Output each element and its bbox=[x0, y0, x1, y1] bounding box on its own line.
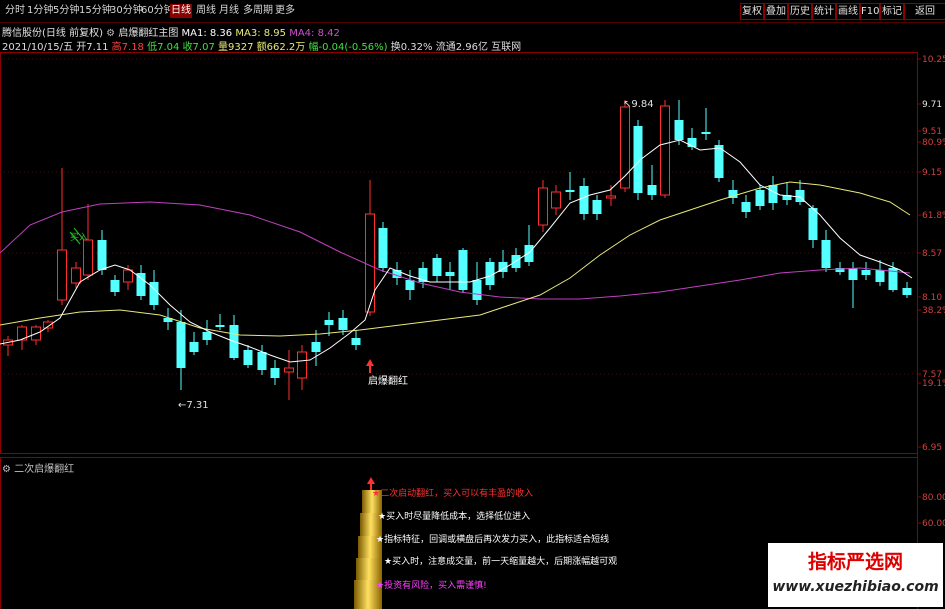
candle-body bbox=[83, 239, 93, 276]
price-axis-label: 61.8% bbox=[922, 211, 945, 221]
candle-body bbox=[485, 262, 495, 285]
candle-body bbox=[565, 190, 575, 192]
candle-body bbox=[351, 338, 361, 345]
sub-axis-label: 60.00 bbox=[922, 519, 945, 529]
sub-axis-label: 80.00 bbox=[922, 493, 945, 503]
toolbar-button-3[interactable]: 统计 bbox=[812, 3, 836, 20]
candle-body bbox=[338, 318, 348, 330]
tab-4[interactable]: 30分钟 bbox=[109, 4, 144, 18]
candle-body bbox=[43, 321, 53, 329]
sub-text-line: ★买入时尽量降低成本，选择低位进入 bbox=[378, 510, 530, 522]
sub-text-line: ★指标特征，回调或横盘后再次发力买入，此指标适合短线 bbox=[376, 533, 609, 545]
candle-body bbox=[71, 267, 81, 284]
price-axis-label: 19.1% bbox=[922, 379, 945, 389]
candle-body bbox=[821, 240, 831, 268]
period-toolbar: 分时 1分钟 5分钟 15分钟 30分钟 60分钟 日线 周线 月线 多周期 更多 复权 叠加 历史 统计画… bbox=[0, 0, 945, 23]
watermark-title: 指标严选网 bbox=[807, 551, 903, 573]
candle-body bbox=[741, 202, 751, 212]
price-axis-label: 8.10 bbox=[922, 293, 942, 303]
candle-body bbox=[755, 190, 765, 206]
candle-body bbox=[257, 352, 267, 370]
candle-body bbox=[405, 280, 415, 290]
signal-arrow-head bbox=[366, 359, 374, 366]
candle-body bbox=[57, 249, 67, 301]
info-bar-indicators: 腾信股份(日线 前复权) ⚙ 启爆翻红主图 MA1: 8.36 MA3: 8.9… bbox=[2, 24, 340, 39]
price-axis-label: 9.51 bbox=[922, 127, 942, 137]
high-price-label: ↖9.84 bbox=[623, 99, 654, 110]
price-axis-label: 9.71 bbox=[922, 100, 942, 110]
sub-chart-title: ⚙ 二次启爆翻红 bbox=[2, 464, 75, 475]
tab-8[interactable]: 月线 bbox=[218, 4, 240, 18]
tab-7[interactable]: 周线 bbox=[195, 4, 217, 18]
candle-body bbox=[432, 258, 442, 276]
watermark: 指标严选网 www.xuezhibiao.com bbox=[768, 543, 943, 607]
candle-body bbox=[123, 269, 133, 283]
candle-body bbox=[875, 270, 885, 282]
candle-body bbox=[524, 245, 534, 262]
gear-icon[interactable]: ⚙ bbox=[2, 464, 14, 475]
candle-body bbox=[768, 185, 778, 203]
tab-9[interactable]: 多周期 bbox=[242, 4, 274, 18]
watermark-url: www.xuezhibiao.com bbox=[772, 579, 939, 595]
candle-body bbox=[284, 367, 294, 373]
kline-chart[interactable]: 10.25 9.71 9.5180.9% 9.15 61.8% 8.57 8.10 38.2%… bbox=[0, 52, 945, 609]
candle-body bbox=[215, 325, 225, 327]
tab-3[interactable]: 15分钟 bbox=[78, 4, 113, 18]
toolbar-button-7[interactable]: 返回 bbox=[904, 3, 945, 20]
candle-body bbox=[176, 322, 186, 368]
toolbar-button-2[interactable]: 历史 bbox=[788, 3, 812, 20]
candle-body bbox=[647, 185, 657, 195]
price-axis-label: 9.15 bbox=[922, 168, 942, 178]
candle-body bbox=[861, 270, 871, 275]
candle-body bbox=[660, 105, 670, 196]
candle-body bbox=[243, 350, 253, 365]
candle-body bbox=[538, 187, 548, 226]
candle-body bbox=[902, 288, 912, 295]
candle-body bbox=[458, 250, 468, 290]
sub-text-line: ★买入时，注意成交量，前一天缩量越大，后期涨幅越可观 bbox=[384, 555, 617, 567]
candle-body bbox=[189, 342, 199, 352]
candle-body bbox=[97, 240, 107, 270]
toolbar-button-1[interactable]: 叠加 bbox=[764, 3, 788, 20]
ma1-line bbox=[0, 139, 913, 363]
candle-body bbox=[202, 332, 212, 340]
candle-body bbox=[606, 195, 616, 199]
toolbar-button-6[interactable]: 标记 bbox=[880, 3, 904, 20]
toolbar-button-4[interactable]: 画线 bbox=[836, 3, 860, 20]
sub-text-line: ★二次启动翻红，买入可以有丰盈的收入 bbox=[372, 487, 533, 499]
candle-body bbox=[472, 280, 482, 300]
candle-body bbox=[270, 368, 280, 378]
candle-body bbox=[808, 208, 818, 240]
toolbar-button-0[interactable]: 复权 bbox=[740, 3, 764, 20]
price-axis-label: 80.9% bbox=[922, 138, 945, 148]
sub-text-line: ★投资有风险，买入需谨慎! bbox=[376, 579, 487, 591]
candle-body bbox=[674, 120, 684, 140]
candle-body bbox=[297, 351, 307, 379]
low-price-label: ←7.31 bbox=[178, 400, 209, 411]
tab-6[interactable]: 日线 bbox=[170, 4, 192, 18]
candle-body bbox=[701, 132, 711, 134]
toolbar-button-5[interactable]: F10 bbox=[860, 3, 880, 20]
candle-body bbox=[311, 342, 321, 352]
tab-0[interactable]: 分时 bbox=[4, 4, 26, 18]
candle-body bbox=[592, 200, 602, 214]
candle-body bbox=[110, 280, 120, 292]
candle-body bbox=[445, 272, 455, 276]
price-axis-label: 10.25 bbox=[922, 55, 945, 65]
sub-arrow-head bbox=[367, 477, 375, 484]
signal-label: 启爆翻红 bbox=[368, 374, 408, 387]
candle-body bbox=[848, 268, 858, 280]
candle-body bbox=[378, 228, 388, 268]
tab-1[interactable]: 1分钟 bbox=[26, 4, 54, 18]
candle-body bbox=[365, 213, 375, 313]
price-axis-label: 6.95 bbox=[922, 443, 942, 453]
price-axis-label: 38.2% bbox=[922, 306, 945, 316]
candle-body bbox=[579, 186, 589, 214]
info-bar-quote: 2021/10/15/五 开7.11 高7.18 低7.04 收7.07 量93… bbox=[2, 38, 521, 53]
tab-2[interactable]: 5分钟 bbox=[52, 4, 80, 18]
price-axis-label: 8.57 bbox=[922, 249, 942, 259]
candle-body bbox=[551, 191, 561, 209]
tab-10[interactable]: 更多 bbox=[274, 4, 296, 18]
candle-body bbox=[324, 320, 334, 325]
